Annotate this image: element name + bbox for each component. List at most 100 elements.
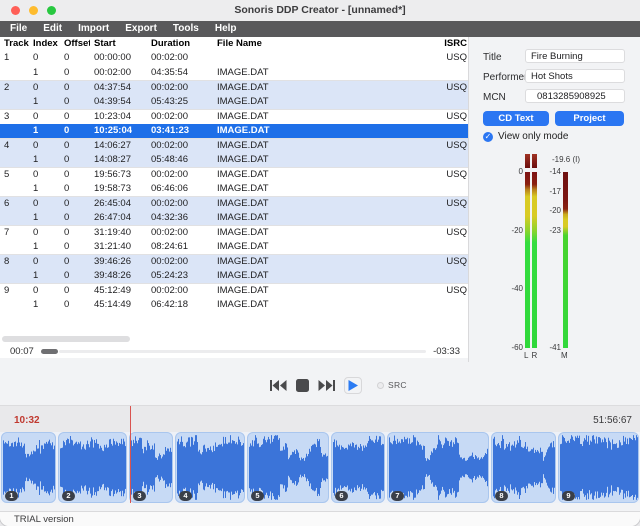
cell-index: 1	[29, 240, 60, 255]
table-row[interactable]: 90045:12:4900:02:00IMAGE.DATUSQ	[0, 283, 468, 298]
next-track-button[interactable]	[318, 380, 335, 391]
cell-index: 1	[29, 298, 60, 313]
menu-item-tools[interactable]: Tools	[173, 21, 199, 37]
cd-text-button[interactable]: CD Text	[483, 111, 549, 126]
previous-track-button[interactable]	[270, 380, 287, 391]
cell-file: IMAGE.DAT	[213, 139, 424, 153]
cell-duration: 04:32:36	[147, 211, 213, 226]
track-badge: 9	[562, 491, 575, 501]
cell-duration: 08:24:61	[147, 240, 213, 255]
table-row[interactable]: 40014:06:2700:02:00IMAGE.DATUSQ	[0, 138, 468, 153]
table-row[interactable]: 60026:45:0400:02:00IMAGE.DATUSQ	[0, 196, 468, 211]
table-row[interactable]: 70031:19:4000:02:00IMAGE.DATUSQ	[0, 225, 468, 240]
table-row[interactable]: 1000:02:0004:35:54IMAGE.DAT	[0, 66, 468, 81]
menu-item-help[interactable]: Help	[215, 21, 237, 37]
m-tick: -14	[531, 168, 561, 176]
horizontal-scrollbar[interactable]	[0, 336, 468, 343]
scrollbar-thumb[interactable]	[2, 336, 130, 342]
table-row[interactable]: 1026:47:0404:32:36IMAGE.DAT	[0, 211, 468, 226]
cell-duration: 03:41:23	[147, 124, 213, 139]
play-button[interactable]	[344, 377, 362, 394]
table-row[interactable]: 1039:48:2605:24:23IMAGE.DAT	[0, 269, 468, 284]
cell-isrc	[424, 124, 468, 139]
lr-tick: 0	[493, 168, 523, 176]
cell-file: IMAGE.DAT	[213, 153, 424, 168]
waveform-overview[interactable]: 1234 56 789	[0, 432, 640, 503]
title-label: Title	[483, 52, 502, 63]
waveform-segment[interactable]: 3	[129, 432, 173, 503]
cell-file: IMAGE.DAT	[213, 66, 424, 81]
menu-item-import[interactable]: Import	[78, 21, 109, 37]
waveform-segment[interactable]: 5	[247, 432, 329, 503]
cell-start: 00:00:00	[90, 51, 147, 66]
cell-isrc: USQ	[424, 110, 468, 124]
cell-offset: 0	[60, 284, 90, 298]
cell-file: IMAGE.DAT	[213, 81, 424, 95]
total-duration: 51:56:67	[593, 415, 632, 426]
cell-track	[0, 182, 29, 197]
cell-track: 1	[0, 51, 29, 66]
cell-duration: 00:02:00	[147, 139, 213, 153]
cell-file: IMAGE.DAT	[213, 211, 424, 226]
performer-field[interactable]	[525, 69, 625, 83]
waveform-segment[interactable]: 9	[558, 432, 639, 503]
cell-isrc: USQ	[424, 255, 468, 269]
menu-item-file[interactable]: File	[10, 21, 27, 37]
waveform-segment[interactable]: 8	[491, 432, 556, 503]
track-badge: 6	[335, 491, 348, 501]
title-bar: Sonoris DDP Creator - [unnamed*]	[0, 0, 640, 21]
cell-track: 4	[0, 139, 29, 153]
cell-track	[0, 211, 29, 226]
cell-duration: 05:24:23	[147, 269, 213, 284]
waveform-segment[interactable]: 1	[1, 432, 56, 503]
src-toggle[interactable]: SRC	[377, 380, 407, 390]
project-button[interactable]: Project	[555, 111, 624, 126]
m-tick: -20	[531, 207, 561, 215]
table-row[interactable]: 30010:23:0400:02:00IMAGE.DATUSQ	[0, 109, 468, 124]
play-icon	[348, 380, 358, 391]
waveform-segment[interactable]: 2	[58, 432, 127, 503]
cell-offset: 0	[60, 110, 90, 124]
mcn-field[interactable]	[525, 89, 625, 103]
stop-button[interactable]	[296, 379, 309, 392]
column-header: Track	[0, 37, 29, 51]
waveform-segment[interactable]: 6	[331, 432, 385, 503]
playback-slider[interactable]	[41, 348, 426, 354]
table-row[interactable]: 20004:37:5400:02:00IMAGE.DATUSQ	[0, 80, 468, 95]
cell-track: 6	[0, 197, 29, 211]
track-badge: 4	[179, 491, 192, 501]
app-window: Sonoris DDP Creator - [unnamed*] File Edi…	[0, 0, 640, 526]
cell-index: 1	[29, 211, 60, 226]
cell-index: 1	[29, 182, 60, 197]
menu-item-edit[interactable]: Edit	[43, 21, 62, 37]
table-row[interactable]: 80039:46:2600:02:00IMAGE.DATUSQ	[0, 254, 468, 269]
cell-index: 1	[29, 124, 60, 139]
playhead-line[interactable]	[130, 406, 132, 503]
cell-index: 0	[29, 168, 60, 182]
title-field[interactable]	[525, 49, 625, 63]
waveform-segment[interactable]: 4	[175, 432, 245, 503]
menu-item-export[interactable]: Export	[125, 21, 157, 37]
waveform-segment[interactable]: 7	[387, 432, 489, 503]
cell-track	[0, 66, 29, 81]
table-row[interactable]: 1014:08:2705:48:46IMAGE.DAT	[0, 153, 468, 168]
table-row[interactable]: 1010:25:0403:41:23IMAGE.DAT	[0, 124, 468, 139]
cell-start: 26:45:04	[90, 197, 147, 211]
cell-file: IMAGE.DAT	[213, 197, 424, 211]
cell-duration: 00:02:00	[147, 168, 213, 182]
playhead-position: 10:32	[14, 415, 40, 426]
slider-thumb[interactable]	[41, 349, 58, 354]
table-row[interactable]: 1019:58:7306:46:06IMAGE.DAT	[0, 182, 468, 197]
table-row[interactable]: 50019:56:7300:02:00IMAGE.DATUSQ	[0, 167, 468, 182]
table-row[interactable]: 1031:21:4008:24:61IMAGE.DAT	[0, 240, 468, 255]
table-row[interactable]: 10000:00:0000:02:00USQ	[0, 51, 468, 66]
cell-index: 0	[29, 110, 60, 124]
table-row[interactable]: 1045:14:4906:42:18IMAGE.DAT	[0, 298, 468, 313]
slider-track[interactable]	[59, 350, 426, 353]
cell-file: IMAGE.DAT	[213, 226, 424, 240]
cell-offset: 0	[60, 197, 90, 211]
cell-start: 04:39:54	[90, 95, 147, 110]
view-only-checkbox[interactable]: ✓	[483, 132, 493, 142]
table-row[interactable]: 1004:39:5405:43:25IMAGE.DAT	[0, 95, 468, 110]
elapsed-time: 00:07	[10, 346, 34, 357]
